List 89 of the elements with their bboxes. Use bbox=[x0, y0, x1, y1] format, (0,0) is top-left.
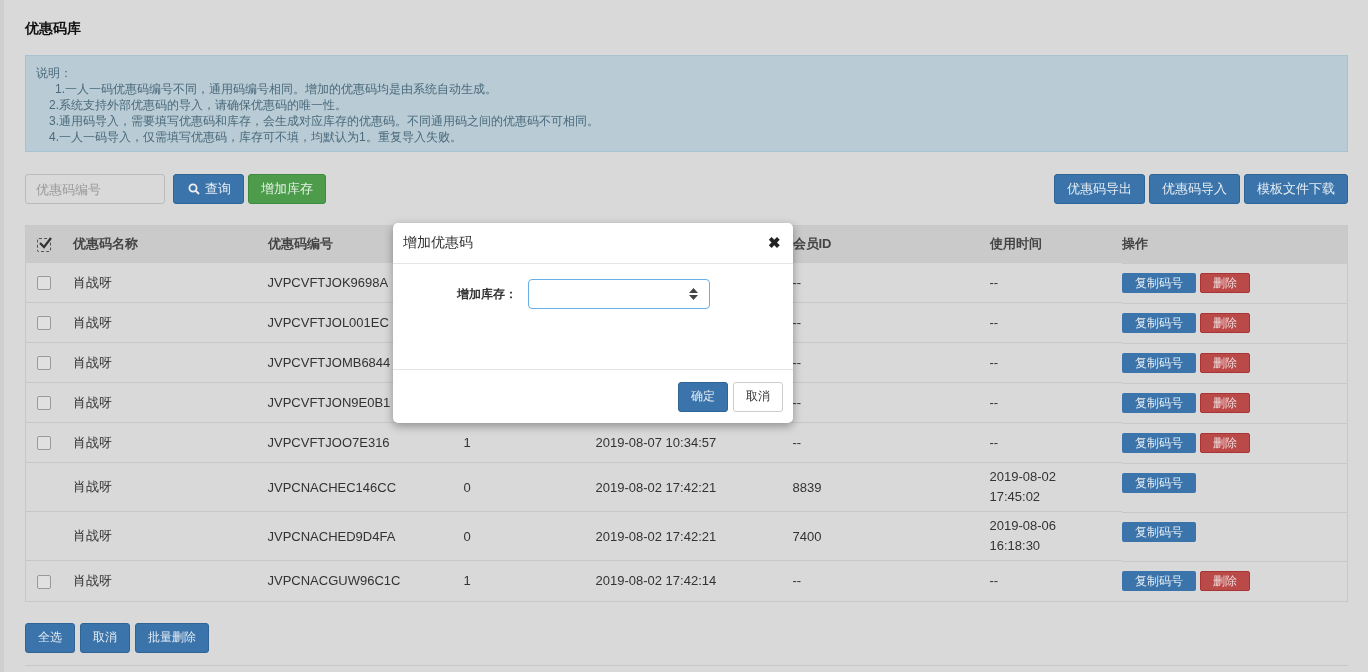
table-cell: JVPCVFTJON9E0B1 bbox=[267, 395, 391, 410]
delete-button[interactable]: 删除 bbox=[1199, 571, 1250, 591]
table-cell-text: 2019-08-06 16:18:30 bbox=[989, 517, 1057, 555]
table-cell: -- bbox=[792, 315, 802, 330]
table-cell: 2019-08-02 17:42:21 bbox=[595, 528, 717, 544]
table-cell: 1 bbox=[463, 435, 471, 450]
table-cell: -- bbox=[792, 275, 802, 290]
table-cell: -- bbox=[792, 395, 802, 410]
copy-code-button[interactable]: 复制码号 bbox=[1121, 571, 1196, 591]
copy-code-button[interactable]: 复制码号 bbox=[1121, 273, 1196, 293]
table-cell: JVPCVFTJOL001EC bbox=[267, 315, 389, 330]
copy-code-button[interactable]: 复制码号 bbox=[1121, 353, 1196, 373]
add-stock-button[interactable]: 增加库存 bbox=[248, 174, 326, 204]
table-cell: 肖战呀 bbox=[72, 354, 112, 370]
column-header: 会员ID bbox=[792, 236, 832, 251]
notice-text: 2.系统支持外部优惠码的导入，请确保优惠码的唯一性。 bbox=[48, 97, 348, 113]
bulk-action-button[interactable]: 批量删除 bbox=[135, 622, 209, 653]
select-all-checkbox[interactable] bbox=[37, 237, 51, 252]
table-cell: 肖战呀 bbox=[72, 434, 112, 450]
search-field[interactable]: 优惠码编号 bbox=[25, 174, 165, 204]
table-cell: JVPCNACGUW96C1C bbox=[267, 573, 401, 589]
table-cell: 7400 bbox=[792, 528, 822, 544]
delete-button[interactable]: 删除 bbox=[1199, 313, 1250, 333]
column-header: 使用时间 bbox=[989, 236, 1042, 251]
delete-button[interactable]: 删除 bbox=[1199, 433, 1250, 453]
copy-code-button[interactable]: 复制码号 bbox=[1121, 522, 1196, 542]
delete-button[interactable]: 删除 bbox=[1199, 353, 1250, 373]
notice-text: 4.一人一码导入，仅需填写优惠码，库存可不填，均默认为1。重复导入失败。 bbox=[48, 129, 463, 145]
cancel-button[interactable]: 取消 bbox=[733, 381, 783, 412]
table-cell: 肖战呀 bbox=[72, 479, 112, 494]
table-cell: JVPCVFTJOK9698A bbox=[267, 275, 389, 290]
copy-code-button[interactable]: 复制码号 bbox=[1121, 313, 1196, 333]
column-header: 优惠码编号 bbox=[267, 236, 333, 251]
table-cell: JVPCVFTJOMB6844 bbox=[267, 355, 391, 370]
table-cell: 肖战呀 bbox=[72, 274, 112, 290]
table-cell: 肖战呀 bbox=[72, 528, 112, 543]
table-cell: 0 bbox=[463, 528, 471, 544]
toolbar-button[interactable]: 优惠码导入 bbox=[1149, 174, 1240, 204]
spinner-icon[interactable] bbox=[689, 288, 698, 300]
table-cell-text: -- bbox=[989, 353, 999, 372]
search-icon bbox=[188, 183, 200, 195]
row-checkbox[interactable] bbox=[37, 316, 51, 331]
table-cell: 肖战呀 bbox=[72, 572, 112, 588]
table-cell-text: -- bbox=[989, 393, 999, 412]
copy-code-button[interactable]: 复制码号 bbox=[1121, 473, 1196, 493]
delete-button[interactable]: 删除 bbox=[1199, 273, 1250, 293]
table-cell: 0 bbox=[463, 479, 471, 495]
copy-code-button[interactable]: 复制码号 bbox=[1121, 433, 1196, 453]
notice-text: 3.通用码导入，需要填写优惠码和库存，会生成对应库存的优惠码。不同通用码之间的优惠码不可相同。 bbox=[48, 113, 600, 129]
bulk-action-button[interactable]: 全选 bbox=[25, 622, 75, 653]
row-checkbox[interactable] bbox=[37, 396, 51, 411]
table-cell: JVPCNACHEC146CC bbox=[267, 479, 397, 495]
toolbar-button[interactable]: 优惠码导出 bbox=[1054, 174, 1145, 204]
table-cell: 8839 bbox=[792, 479, 822, 495]
row-checkbox[interactable] bbox=[37, 574, 51, 589]
notice-text: 1.一人一码优惠码编号不同，通用码编号相同。增加的优惠码均是由系统自动生成。 bbox=[54, 81, 498, 97]
page-title: 优惠码库 bbox=[25, 19, 82, 38]
table-cell: JVPCNACHED9D4FA bbox=[267, 528, 396, 544]
row-checkbox[interactable] bbox=[37, 276, 51, 291]
notice-heading: 说明： bbox=[36, 65, 73, 81]
table-cell: 2019-08-02 17:42:21 bbox=[595, 479, 717, 495]
row-checkbox[interactable] bbox=[37, 436, 51, 451]
table-cell-text: -- bbox=[989, 433, 999, 452]
table-cell: -- bbox=[792, 573, 802, 589]
close-button[interactable]: ✖ bbox=[768, 234, 781, 252]
table-cell-text: -- bbox=[989, 273, 999, 292]
row-checkbox[interactable] bbox=[37, 356, 51, 371]
table-cell: 2019-08-02 17:42:14 bbox=[595, 573, 717, 589]
dialog-title: 增加优惠码 bbox=[403, 234, 473, 252]
table-cell-text: -- bbox=[989, 571, 999, 590]
table-cell-text: -- bbox=[989, 313, 999, 332]
delete-button[interactable]: 删除 bbox=[1199, 393, 1250, 413]
number-input-field[interactable] bbox=[528, 279, 710, 309]
column-header: 优惠码名称 bbox=[72, 236, 138, 251]
table-cell: 肖战呀 bbox=[72, 394, 112, 410]
table-cell: 2019-08-07 10:34:57 bbox=[595, 435, 717, 450]
table-cell-text: 2019-08-02 17:45:02 bbox=[989, 468, 1057, 506]
table-cell: 肖战呀 bbox=[72, 314, 112, 330]
table-cell: 1 bbox=[463, 573, 471, 589]
copy-code-button[interactable]: 复制码号 bbox=[1121, 393, 1196, 413]
field-label: 增加库存： bbox=[457, 286, 517, 303]
bulk-action-button[interactable]: 取消 bbox=[80, 622, 130, 653]
query-button[interactable]: 查询 bbox=[173, 174, 244, 204]
table-cell: JVPCVFTJOO7E316 bbox=[267, 435, 390, 450]
table-cell: -- bbox=[792, 355, 802, 370]
confirm-button[interactable]: 确定 bbox=[678, 381, 728, 412]
table-cell: -- bbox=[792, 435, 802, 450]
column-header: 操作 bbox=[1121, 236, 1148, 252]
toolbar-button[interactable]: 模板文件下载 bbox=[1244, 174, 1348, 204]
